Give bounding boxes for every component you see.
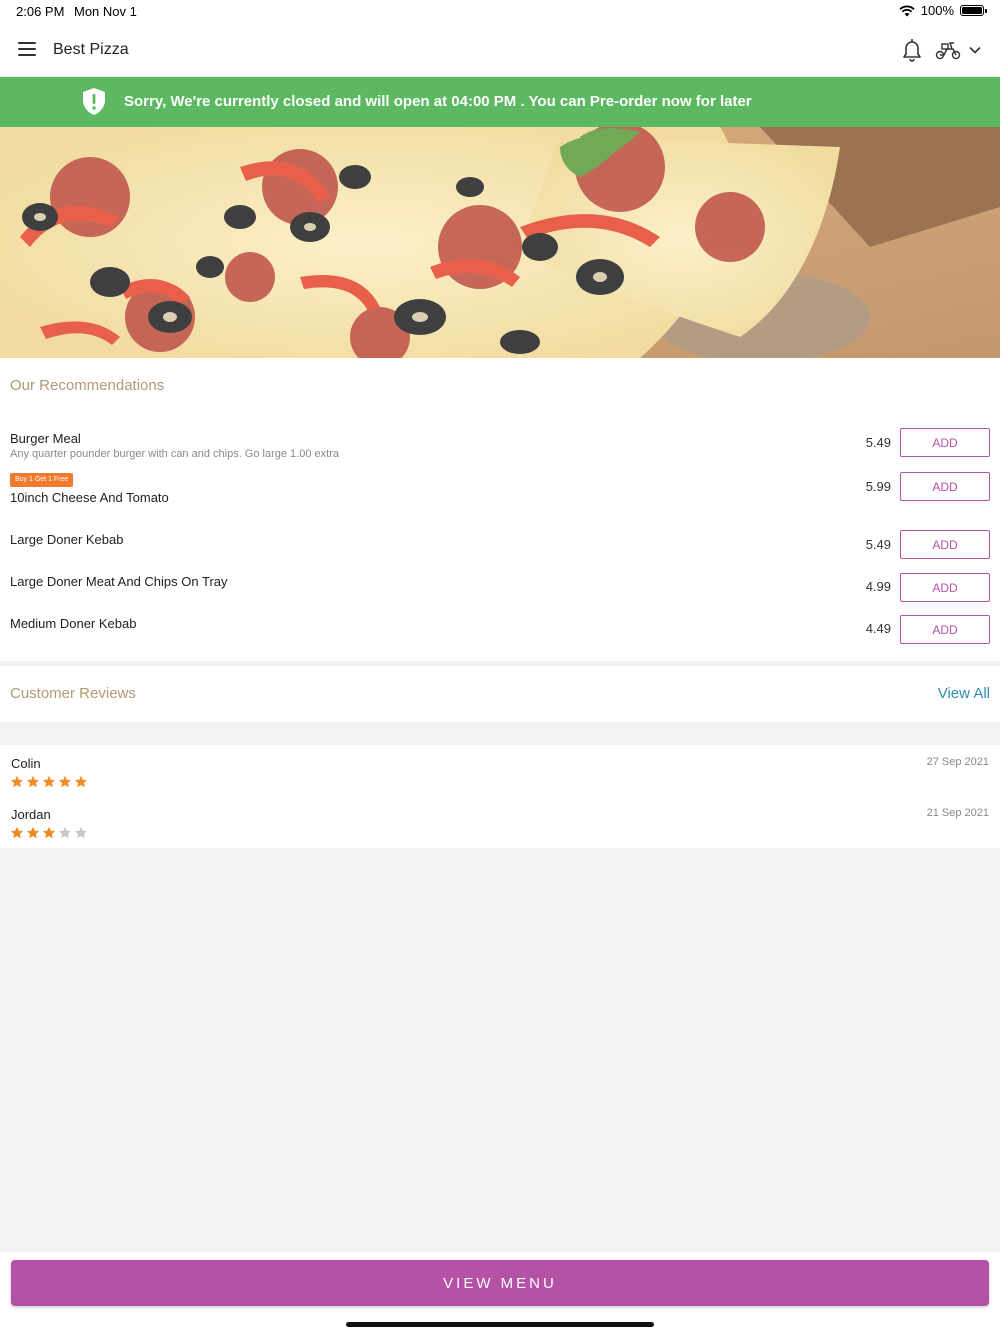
reviews-list: Colin 27 Sep 2021 Jordan 21 Sep 2021 [0,745,1000,848]
item-price: 4.99 [865,579,891,594]
star-rating [10,826,88,840]
reviewer-name: Colin [11,756,41,771]
status-bar: 2:06 PM Mon Nov 1 100% [0,0,1000,24]
star-icon [74,826,88,839]
battery-icon [960,5,987,16]
add-button[interactable]: ADD [900,573,990,602]
view-menu-button[interactable]: VIEW MENU [11,1260,989,1306]
star-icon [10,826,24,839]
item-price: 5.99 [865,479,891,494]
star-icon [10,775,24,788]
add-button[interactable]: ADD [900,472,990,501]
review-date: 27 Sep 2021 [926,756,989,768]
item-price: 5.49 [865,537,891,552]
section-title-reviews: Customer Reviews [10,685,136,702]
app-header: Best Pizza [0,24,1000,77]
menu-icon[interactable] [18,42,36,56]
item-name: Large Doner Meat And Chips On Tray [10,574,228,589]
item-name: Large Doner Kebab [10,532,124,547]
scooter-icon[interactable] [935,40,961,60]
star-icon [42,826,56,839]
item-name: Medium Doner Kebab [10,616,137,631]
status-time: 2:06 PM [16,4,65,19]
chevron-down-icon[interactable] [968,43,982,57]
offer-badge: Buy 1 Get 1 Free [10,473,74,487]
star-icon [26,775,40,788]
closed-message: Sorry, We're currently closed and will o… [124,93,752,110]
hero-pizza-image [0,127,1000,358]
reviews-header: Customer Reviews View All [0,666,1000,722]
battery-percent: 100% [920,3,954,18]
star-rating [10,775,88,789]
item-description: Any quarter pounder burger with can and … [10,448,339,460]
star-icon [58,775,72,788]
bell-icon[interactable] [901,38,923,62]
item-name: Burger Meal [10,431,81,446]
status-right: 100% [899,3,987,18]
star-icon [74,775,88,788]
wifi-icon [899,5,915,16]
item-name: 10inch Cheese And Tomato [10,490,169,505]
reviewer-name: Jordan [11,807,51,822]
add-button[interactable]: ADD [900,530,990,559]
home-indicator [346,1322,654,1327]
star-icon [58,826,72,839]
add-button[interactable]: ADD [900,428,990,457]
recommendations-section: Our Recommendations Burger Meal Any quar… [0,358,1000,661]
review-date: 21 Sep 2021 [926,807,989,819]
item-price: 4.49 [865,621,891,636]
view-all-reviews-link[interactable]: View All [938,685,990,702]
star-icon [26,826,40,839]
shield-alert-icon [83,88,105,115]
bottom-bar: VIEW MENU [0,1252,1000,1334]
star-icon [42,775,56,788]
section-title-recommendations: Our Recommendations [10,377,165,394]
item-price: 5.49 [865,435,891,450]
add-button[interactable]: ADD [900,615,990,644]
status-date: Mon Nov 1 [74,4,137,19]
closed-banner: Sorry, We're currently closed and will o… [0,77,1000,127]
restaurant-title: Best Pizza [53,41,129,58]
